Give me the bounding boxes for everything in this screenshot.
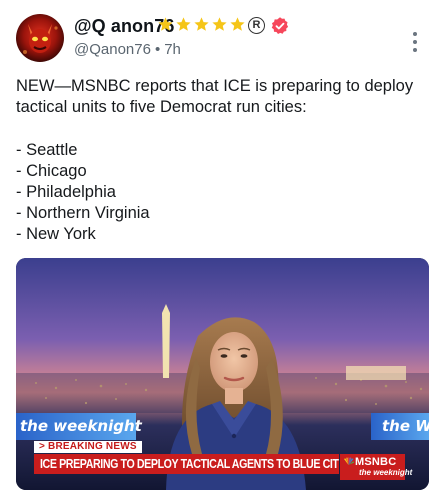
post-body: NEW—MSNBC reports that ICE is preparing … xyxy=(16,76,431,118)
headline-text: ICE PREPARING TO DEPLOY TACTICAL AGENTS … xyxy=(40,456,339,471)
star-icon xyxy=(212,17,227,31)
verified-badge-icon xyxy=(271,17,289,34)
social-post: @Q anon76 R @Qanon76 • 7h NEW—MSNBC repo… xyxy=(0,0,445,500)
star-icon xyxy=(194,17,209,31)
separator: • xyxy=(154,41,161,58)
more-options-icon[interactable] xyxy=(405,30,425,54)
handle[interactable]: @Qanon76 xyxy=(74,41,151,59)
show-logo-left: the weeknight xyxy=(20,417,143,435)
list-item: - New York xyxy=(16,225,96,243)
show-logo-right: the WE xyxy=(382,417,429,435)
star-icon xyxy=(158,17,173,31)
handle-row: @Qanon76 • 7h xyxy=(74,41,181,59)
list-item: - Northern Virginia xyxy=(16,204,150,222)
network-show-name: the weeknight xyxy=(359,468,413,477)
avatar[interactable] xyxy=(16,14,64,62)
network-name: MSNBC xyxy=(355,456,397,468)
star-rating xyxy=(157,16,246,33)
list-item: - Chicago xyxy=(16,162,87,180)
star-icon xyxy=(176,17,191,31)
list-item: - Philadelphia xyxy=(16,183,116,201)
star-icon xyxy=(230,17,245,31)
city-list: - Seattle - Chicago - Philadelphia - Nor… xyxy=(16,140,150,245)
peacock-icon xyxy=(344,457,354,465)
timestamp[interactable]: 7h xyxy=(164,41,181,59)
headline-chyron: ICE PREPARING TO DEPLOY TACTICAL AGENTS … xyxy=(34,454,339,474)
registered-icon: R xyxy=(248,17,265,34)
post-intro: NEW—MSNBC reports that ICE is preparing … xyxy=(16,77,414,116)
list-item: - Seattle xyxy=(16,141,78,159)
breaking-news-tag: > BREAKING NEWS xyxy=(34,441,142,453)
post-media-image[interactable]: the weeknight the WE > BREAKING NEWS ICE… xyxy=(16,258,429,490)
